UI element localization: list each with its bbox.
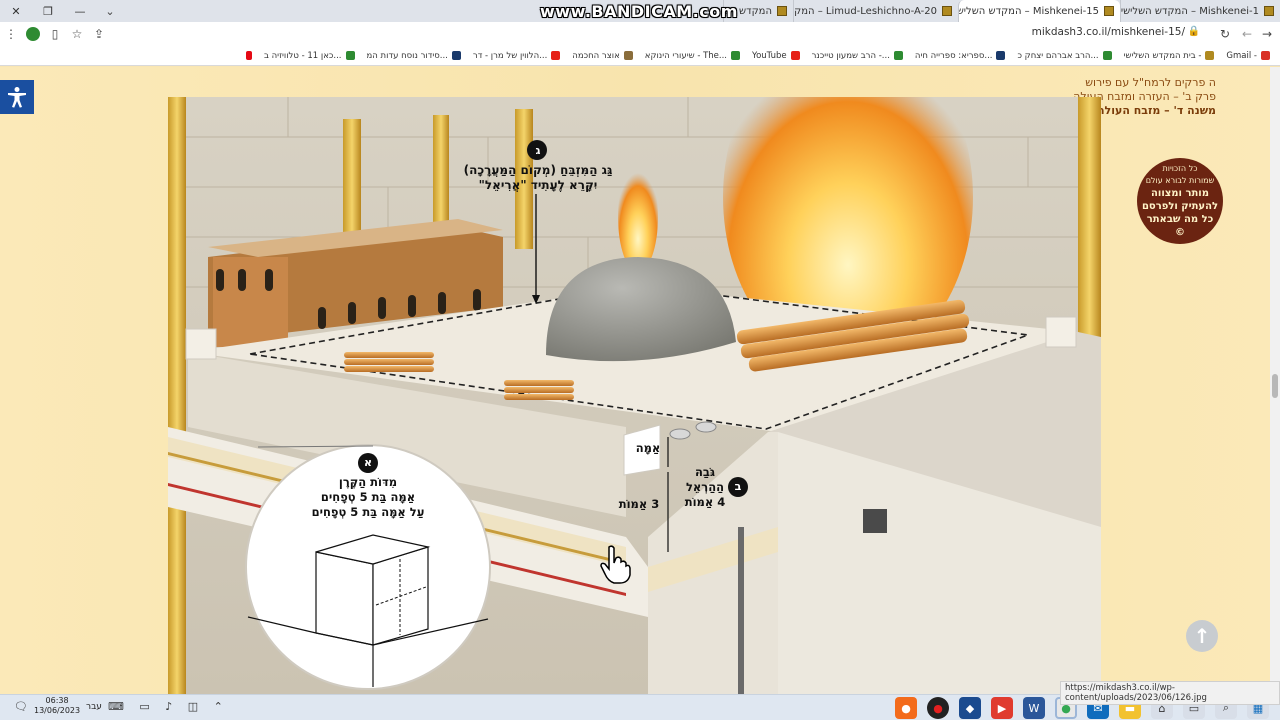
- bookmark-kan11[interactable]: כאן 11 - טלוויזיה ב...: [264, 51, 355, 61]
- site-favicon-icon: [942, 6, 952, 16]
- status-bar-url: https://mikdash3.co.il/wp-content/upload…: [1060, 681, 1280, 705]
- notification-icon[interactable]: 🗨: [14, 700, 28, 713]
- sidebar-icon[interactable]: ▯: [44, 23, 66, 45]
- lock-icon[interactable]: 🔒: [1188, 26, 1200, 37]
- leaf-icon: [731, 51, 741, 60]
- rights-text-big: מותר ומצווה: [1151, 188, 1209, 199]
- back-icon[interactable]: ←: [1236, 23, 1258, 45]
- reload-icon[interactable]: ↻: [1214, 23, 1236, 45]
- minimize-window-button[interactable]: —: [64, 0, 96, 22]
- bookmark-siddur[interactable]: סידור נוסח עדות המ...: [367, 51, 461, 61]
- wood-stack: [504, 380, 574, 400]
- address-bar: ⋮ ▯ ☆ ⇪ 🔒 mikdash3.co.il/mishkenei-15/ ↻…: [0, 22, 1280, 46]
- wood-stack: [344, 352, 434, 372]
- bookmark-mikdash[interactable]: בית המקדש השלישי -: [1124, 51, 1215, 61]
- tab-label: Mishkenei-15 – המקדש השלישי: [958, 5, 1099, 17]
- site-favicon-icon: [1264, 6, 1274, 16]
- bookmark-hinuka[interactable]: שיעורי הינוקא - The...: [645, 51, 741, 61]
- youtube-icon: [551, 51, 561, 60]
- bookmark-teichner[interactable]: הרב שמעון טייכנר -...: [812, 51, 903, 61]
- record-icon[interactable]: ●: [927, 697, 949, 719]
- language-indicator[interactable]: עבר: [86, 702, 102, 712]
- three-amot-label: 3 אַמּוֹת: [618, 497, 660, 511]
- altar-image: [168, 97, 1101, 694]
- silver-cup: [695, 421, 717, 433]
- book-icon: [623, 51, 633, 60]
- mikdash-icon: [1205, 51, 1215, 60]
- extension-icon[interactable]: [26, 27, 40, 41]
- badge-bet-letter: ב: [734, 480, 742, 493]
- silver-cup: [669, 428, 691, 440]
- rights-badge: כל הזכויות שמורות לבורא עולם מותר ומצווה…: [1137, 158, 1223, 244]
- siddur-icon: [451, 51, 461, 60]
- tab-mishkenei-1[interactable]: Mishkenei-1 – המקדש השלישי ✕: [1120, 0, 1280, 22]
- copyright-icon: ©: [1175, 227, 1185, 238]
- badge-gimel-letter: ג: [535, 144, 541, 157]
- ama-label: אַמָּה: [635, 441, 661, 455]
- scroll-to-top-button[interactable]: ↑: [1186, 620, 1218, 652]
- arrow-up-icon: ↑: [1193, 624, 1211, 648]
- bookmark-otzar[interactable]: אוצר החכמה: [572, 51, 633, 61]
- harel-height-label: גֹּבַהּ הַהַרְאֵל 4 אַמּוֹת: [684, 465, 726, 509]
- system-tray-icons[interactable]: ⌨ ▭ ♪ ◫ ⌃: [108, 700, 229, 713]
- tab-limud-leshichno[interactable]: Limud-Leshichno-A-20 – המקדש השלישי ✕: [793, 0, 958, 22]
- scrollbar-thumb[interactable]: [1272, 374, 1278, 398]
- sefaria-icon: [996, 51, 1006, 60]
- altar-illustration[interactable]: ג גַּג הַמִּזְבֵּחַ (מְקוֹם הַמַּעֲרָכָה…: [168, 97, 1101, 694]
- rights-text-big: להעתיק ולפרסם: [1141, 201, 1219, 212]
- badge-alef-letter: א: [363, 456, 372, 469]
- youtube-icon: [790, 51, 800, 60]
- leaf-icon: [1102, 51, 1112, 60]
- tab-label: Mishkenei-1 – המקדש השלישי: [1120, 5, 1259, 17]
- site-favicon-icon: [1104, 6, 1114, 16]
- accessibility-icon: [8, 87, 26, 108]
- bookmark-youtube[interactable]: YouTube: [752, 51, 800, 61]
- leaf-icon: [345, 51, 355, 60]
- firefox-icon[interactable]: ●: [895, 697, 917, 719]
- hand-cursor-icon: [600, 545, 631, 584]
- altar-horn: [185, 328, 217, 360]
- close-window-button[interactable]: ✕: [0, 0, 32, 22]
- bookmark-sefaria[interactable]: ספריא: ספרייה חיה...: [915, 51, 1006, 61]
- app-icon[interactable]: ◆: [959, 697, 981, 719]
- gold-pillar: [168, 97, 186, 694]
- menu-dots-icon[interactable]: ⋮: [0, 23, 22, 45]
- bookmark-netflix[interactable]: [242, 51, 253, 60]
- bookmark-rav-kook[interactable]: הרב אברהם יצחק כ...: [1017, 51, 1112, 61]
- bookmark-lavyan[interactable]: הלווין של מרן - דר...: [473, 51, 561, 61]
- leaf-icon: [893, 51, 903, 60]
- forward-icon[interactable]: →: [1256, 23, 1278, 45]
- wall-opening: [863, 509, 887, 533]
- share-icon[interactable]: ⇪: [88, 23, 110, 45]
- rights-text-small: כל הזכויות: [1162, 164, 1198, 173]
- taskbar-clock[interactable]: 06:38 13/06/2023: [34, 696, 80, 716]
- accessibility-button[interactable]: [0, 80, 34, 114]
- small-fire: [618, 162, 658, 272]
- video-app-icon[interactable]: ▶: [991, 697, 1013, 719]
- restore-window-button[interactable]: ❐: [32, 0, 64, 22]
- chain: [738, 527, 744, 694]
- rights-text-big: כל מה שבאתר: [1146, 214, 1214, 225]
- word-icon[interactable]: W: [1023, 697, 1045, 719]
- altar-horn: [1045, 316, 1077, 348]
- tab-mishkenei-15[interactable]: Mishkenei-15 – המקדש השלישי ✕: [958, 0, 1120, 22]
- bookmarks-bar: Gmail - בית המקדש השלישי - הרב אברהם יצח…: [0, 46, 1280, 66]
- netflix-icon: [246, 51, 253, 60]
- gmail-icon: [1261, 51, 1270, 60]
- roof-label: גַּג הַמִּזְבֵּחַ (מְקוֹם הַמַּעֲרָכָה) …: [463, 163, 613, 192]
- tab-label: Limud-Leshichno-A-20 – המקדש השלישי: [794, 5, 937, 17]
- recording-watermark: www.BANDICAM.com: [540, 2, 738, 21]
- site-favicon-icon: [777, 6, 787, 16]
- page-title-line-1: ה פרקים לרמח"ל עם פירוש: [1085, 76, 1216, 89]
- url-field[interactable]: mikdash3.co.il/mishkenei-15/: [1032, 26, 1185, 38]
- tab-search-chevron-icon[interactable]: ⌄: [96, 5, 124, 18]
- bookmark-gmail[interactable]: Gmail -: [1226, 51, 1270, 61]
- rights-text-small: שמורות לבורא עולם: [1145, 176, 1215, 185]
- horn-size-label: מִדּוֹת הַקֶּרֶן אַמָּה בַּת 5 טְפָחִים …: [311, 475, 425, 519]
- bookmark-star-icon[interactable]: ☆: [66, 23, 88, 45]
